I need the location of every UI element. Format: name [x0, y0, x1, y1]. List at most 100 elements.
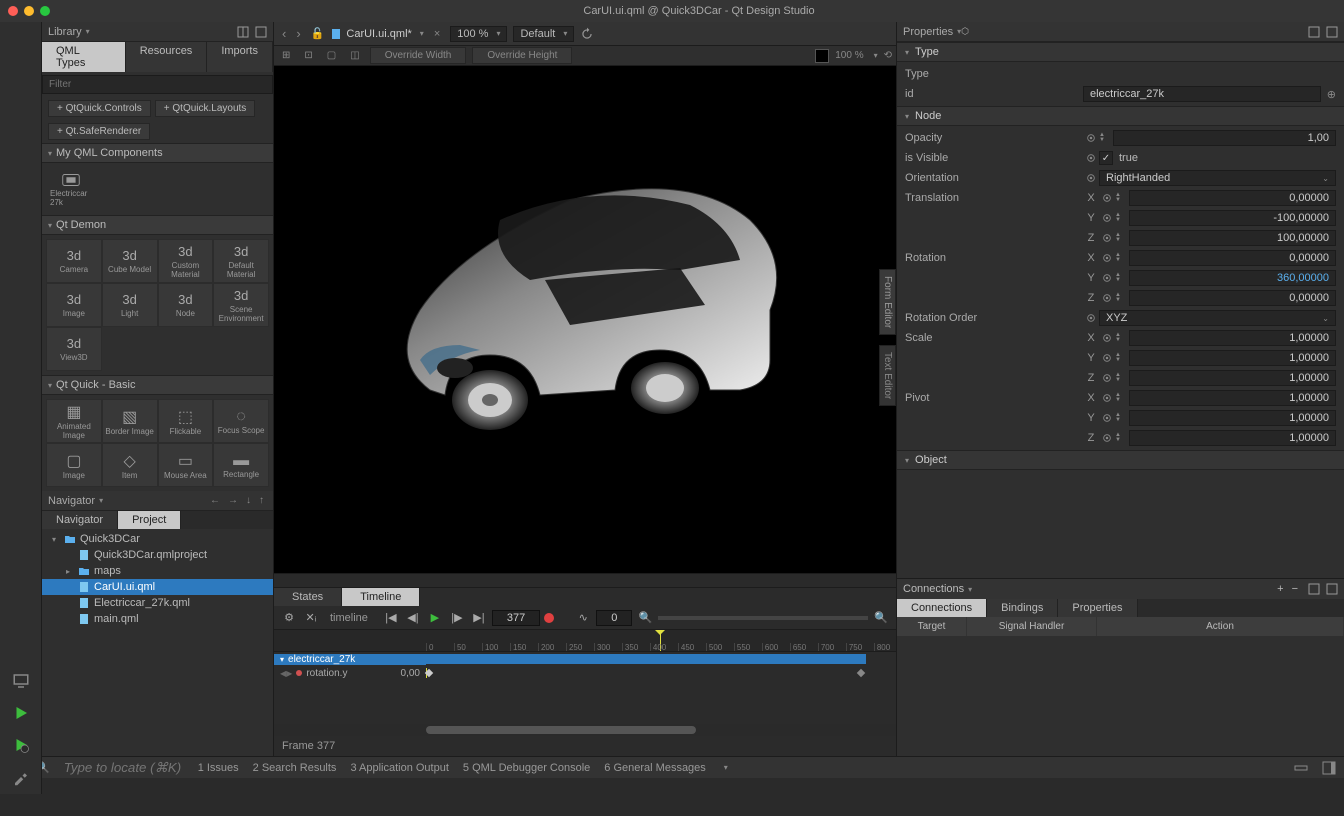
zoom-slider[interactable]: [658, 616, 868, 620]
list-icon[interactable]: [12, 70, 30, 88]
tab-qml-types[interactable]: QML Types: [42, 42, 126, 72]
tab-states[interactable]: States: [274, 588, 342, 606]
action-menu-icon[interactable]: [1099, 331, 1115, 345]
number-input[interactable]: 1,00000: [1129, 370, 1336, 386]
action-menu-icon[interactable]: [1099, 251, 1115, 265]
library-filter-input[interactable]: [42, 75, 273, 94]
nav-back-icon[interactable]: ‹: [278, 26, 290, 41]
edit-pencil-icon[interactable]: [12, 142, 30, 160]
start-frame-input[interactable]: 0: [596, 610, 632, 626]
timeline-track-object[interactable]: ▾electriccar_27k: [274, 652, 896, 666]
search-icon[interactable]: 🔍: [36, 761, 50, 774]
run-icon[interactable]: [12, 704, 30, 722]
action-menu-icon[interactable]: [1083, 171, 1099, 185]
lock-icon[interactable]: 🔓: [311, 27, 325, 40]
animation-settings-icon[interactable]: ✕ᵢ: [302, 609, 320, 627]
debug-bug-icon[interactable]: [12, 178, 30, 196]
curve-icon[interactable]: ∿: [574, 609, 592, 627]
type-section[interactable]: Type: [897, 42, 1344, 62]
status-output[interactable]: 3 Application Output: [350, 762, 448, 774]
spinbox-arrows[interactable]: ▲▼: [1099, 131, 1113, 145]
spinbox-arrows[interactable]: ▲▼: [1115, 211, 1129, 225]
number-input[interactable]: 360,00000: [1129, 270, 1336, 286]
action-menu-icon[interactable]: [1083, 131, 1099, 145]
nav-back-icon[interactable]: ←: [207, 495, 223, 506]
zoom-in-icon[interactable]: 🔍: [872, 609, 890, 627]
refresh-icon[interactable]: [580, 27, 594, 41]
style-select[interactable]: Default▾: [513, 26, 574, 42]
monitor-icon[interactable]: [12, 672, 30, 690]
close-panel-icon[interactable]: [1326, 26, 1338, 38]
spinbox-arrows[interactable]: ▲▼: [1115, 371, 1129, 385]
action-menu-icon[interactable]: [1099, 351, 1115, 365]
spinbox-arrows[interactable]: ▲▼: [1115, 431, 1129, 445]
import-btn-saferenderer[interactable]: + Qt.SafeRenderer: [48, 123, 150, 140]
select-input[interactable]: RightHanded⌄: [1099, 170, 1336, 186]
timeline-settings-icon[interactable]: ⚙: [280, 609, 298, 627]
split-icon[interactable]: [1308, 26, 1320, 38]
action-menu-icon[interactable]: [1099, 411, 1115, 425]
sidebar-toggle-icon[interactable]: [1322, 761, 1336, 775]
component-item[interactable]: 3dCamera: [46, 239, 102, 283]
number-input[interactable]: 100,00000: [1129, 230, 1336, 246]
to-start-icon[interactable]: |◀: [382, 609, 400, 627]
run-debug-icon[interactable]: [12, 736, 30, 754]
current-frame-input[interactable]: 377: [492, 610, 540, 626]
next-frame-icon[interactable]: |▶: [448, 609, 466, 627]
component-item[interactable]: ◌Focus Scope: [213, 399, 269, 443]
spinbox-arrows[interactable]: ▲▼: [1115, 271, 1129, 285]
component-item[interactable]: 3dImage: [46, 283, 102, 327]
open-file-label[interactable]: CarUI.ui.qml* ▾: [330, 28, 423, 40]
number-input[interactable]: 1,00000: [1129, 410, 1336, 426]
section-my-qml[interactable]: My QML Components: [42, 143, 273, 163]
action-menu-icon[interactable]: [1099, 191, 1115, 205]
close-panel-icon[interactable]: [1326, 583, 1338, 595]
dropdown-icon[interactable]: ▾: [99, 496, 103, 505]
section-qt-quick[interactable]: Qt Quick - Basic: [42, 375, 273, 395]
component-item[interactable]: ⬚Flickable: [158, 399, 214, 443]
component-item[interactable]: 3dDefault Material: [213, 239, 269, 283]
import-btn-layouts[interactable]: + QtQuick.Layouts: [155, 100, 256, 117]
number-input[interactable]: 0,00000: [1129, 290, 1336, 306]
spinbox-arrows[interactable]: ▲▼: [1115, 191, 1129, 205]
anchor-icon[interactable]: ⊡: [300, 49, 316, 62]
action-menu-icon[interactable]: [1083, 151, 1099, 165]
add-connection-icon[interactable]: +: [1277, 583, 1283, 595]
number-input[interactable]: 1,00000: [1129, 350, 1336, 366]
spinbox-arrows[interactable]: ▲▼: [1115, 391, 1129, 405]
spinbox-arrows[interactable]: ▲▼: [1115, 231, 1129, 245]
action-menu-icon[interactable]: [1099, 371, 1115, 385]
panel-icon[interactable]: [12, 106, 30, 124]
component-item[interactable]: 3dLight: [102, 283, 158, 327]
bounds-icon[interactable]: ▢: [323, 49, 340, 62]
status-search[interactable]: 2 Search Results: [253, 762, 337, 774]
spinbox-arrows[interactable]: ▲▼: [1115, 251, 1129, 265]
nav-up-icon[interactable]: ↑: [256, 495, 267, 506]
zoom-select[interactable]: 100 %▾: [450, 26, 507, 42]
locator-input[interactable]: [64, 760, 184, 775]
snap-icon[interactable]: ⊞: [278, 49, 294, 62]
component-item[interactable]: 3dScene Environment: [213, 283, 269, 327]
remove-connection-icon[interactable]: −: [1292, 583, 1298, 595]
component-item[interactable]: 3dCustom Material: [158, 239, 214, 283]
action-menu-icon[interactable]: [1083, 311, 1099, 325]
form-editor-viewport[interactable]: Form Editor Text Editor: [274, 66, 896, 573]
timeline-ruler[interactable]: 0501001502002503003504004505005506006507…: [274, 630, 896, 652]
select-input[interactable]: XYZ⌄: [1099, 310, 1336, 326]
nav-fwd-icon[interactable]: →: [225, 495, 241, 506]
spinbox-arrows[interactable]: ▲▼: [1115, 331, 1129, 345]
component-electriccar[interactable]: Electriccar 27k: [46, 167, 96, 211]
text-editor-tab[interactable]: Text Editor: [879, 345, 896, 406]
tree-item[interactable]: main.qml: [42, 611, 273, 627]
bg-color-swatch[interactable]: [815, 49, 829, 63]
status-messages[interactable]: 6 General Messages: [604, 762, 706, 774]
id-input[interactable]: electriccar_27k: [1083, 86, 1321, 102]
form-editor-tab[interactable]: Form Editor: [879, 269, 896, 335]
tab-project[interactable]: Project: [118, 511, 181, 529]
help-icon[interactable]: ?: [12, 250, 30, 268]
node-section[interactable]: Node: [897, 106, 1344, 126]
keyframe[interactable]: [857, 669, 865, 677]
component-item[interactable]: ◇Item: [102, 443, 158, 487]
action-menu-icon[interactable]: [1099, 271, 1115, 285]
record-button[interactable]: [544, 613, 554, 623]
